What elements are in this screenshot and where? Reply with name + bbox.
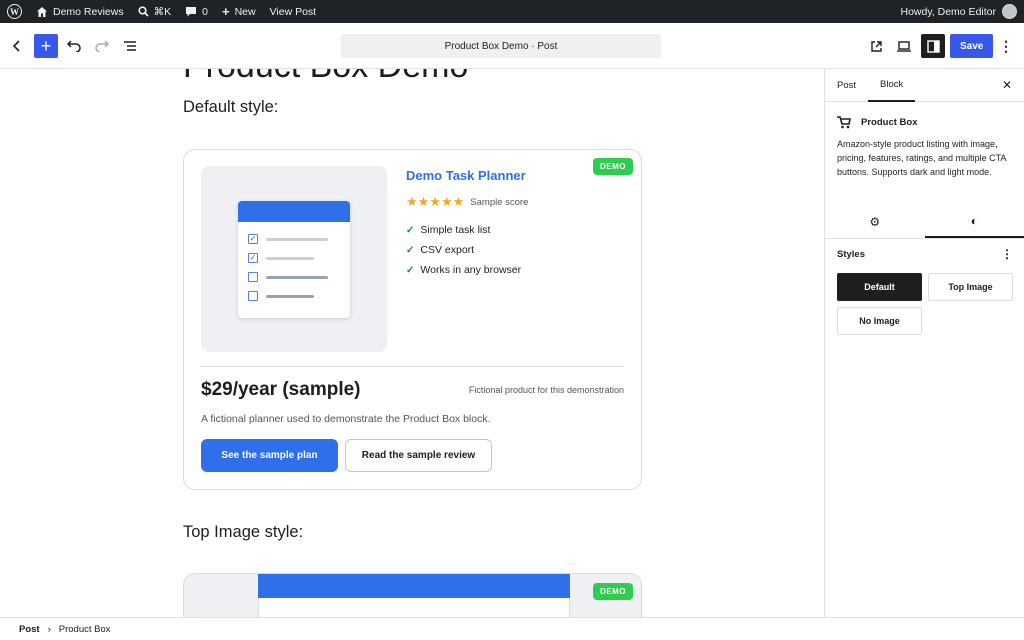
site-name-menu[interactable]: Demo Reviews: [29, 0, 131, 23]
style-top-image-button[interactable]: Top Image: [928, 273, 1013, 301]
redo-icon: [95, 40, 109, 52]
undo-icon: [67, 40, 81, 52]
editor-canvas[interactable]: Product Box Demo Default style: ✓ ✓ DEMO…: [0, 69, 824, 617]
command-palette-button[interactable]: ⌘K: [131, 0, 179, 23]
cart-icon: [837, 116, 851, 129]
list-item: ✓ Works in any browser: [406, 264, 522, 276]
style-no-image-button[interactable]: No Image: [837, 307, 922, 335]
style-options: Default Top Image No Image: [837, 273, 1013, 335]
post-title[interactable]: Product Box Demo: [183, 69, 468, 86]
document-title-bar[interactable]: Product Box Demo · Post: [341, 34, 661, 58]
greeting: Howdy, Demo Editor: [900, 5, 996, 18]
block-description: Amazon-style product listing with image,…: [837, 139, 1006, 177]
product-image: ✓ ✓: [201, 166, 387, 352]
wp-logo-menu[interactable]: W: [0, 0, 29, 23]
breadcrumb: Post › Product Box: [0, 617, 1024, 640]
sidebar-tabs: Post Block ✕: [825, 69, 1024, 102]
chevron-right-icon: ›: [47, 623, 51, 635]
search-shortcut: ⌘K: [153, 5, 172, 18]
product-box-top-image[interactable]: DEMO: [183, 573, 642, 617]
wordpress-logo-icon: W: [7, 4, 22, 19]
search-icon: [138, 6, 149, 17]
rating-label: Sample score: [470, 196, 529, 208]
contrast-icon: ◐: [970, 214, 978, 228]
styles-label: Styles: [837, 248, 865, 260]
external-link-icon: [870, 40, 882, 52]
list-item: ✓ Simple task list: [406, 224, 491, 236]
star-rating-icon: ★★★★★: [406, 194, 465, 209]
block-inserter-button[interactable]: +: [34, 34, 58, 58]
site-name: Demo Reviews: [53, 5, 124, 18]
account-menu[interactable]: Howdy, Demo Editor: [900, 4, 1024, 19]
device-preview-button[interactable]: [892, 34, 916, 58]
breadcrumb-product-box[interactable]: Product Box: [59, 624, 111, 635]
list-item: ✓ CSV export: [406, 244, 475, 256]
list-view-icon: [124, 41, 136, 51]
product-price: $29/year (sample): [201, 379, 361, 400]
top-image-style-heading[interactable]: Top Image style:: [183, 523, 303, 542]
primary-cta-button[interactable]: See the sample plan: [201, 439, 338, 472]
styles-panel: Styles ⋮ Default Top Image No Image: [837, 247, 1013, 335]
more-vertical-icon[interactable]: ⋮: [1001, 247, 1013, 261]
tab-block[interactable]: Block: [868, 69, 916, 102]
plus-icon: +: [221, 4, 230, 19]
avatar: [1002, 4, 1017, 19]
block-card: Product Box Amazon-style product listing…: [825, 102, 1024, 179]
back-button[interactable]: [5, 34, 29, 58]
default-style-heading[interactable]: Default style:: [183, 98, 278, 117]
new-label: New: [234, 5, 256, 18]
editor-toolbar: + Product Box Demo · Post Save ⋮: [0, 23, 1024, 69]
check-icon: ✓: [406, 264, 415, 276]
view-post-link[interactable]: View Post: [263, 0, 324, 23]
product-box-default[interactable]: ✓ ✓ DEMO Demo Task Planner ★★★★★ Sample …: [183, 149, 642, 490]
price-disclaimer: Fictional product for this demonstration: [468, 385, 624, 395]
sidebar-icon: [926, 39, 940, 53]
home-icon: [37, 6, 47, 17]
new-content-menu[interactable]: + New: [215, 0, 263, 23]
check-icon: ✓: [406, 224, 415, 236]
demo-badge: DEMO: [593, 583, 633, 600]
document-overview-button[interactable]: [118, 34, 142, 58]
divider: [201, 366, 624, 367]
view-post-button[interactable]: [864, 34, 888, 58]
style-default-button[interactable]: Default: [837, 273, 922, 301]
check-icon: ✓: [406, 244, 415, 256]
view-post-label: View Post: [269, 5, 317, 18]
comments-count: 0: [202, 5, 208, 18]
tab-post[interactable]: Post: [825, 69, 868, 102]
comment-icon: [186, 7, 197, 17]
feature-list: ✓ Simple task list ✓ CSV export ✓ Works in …: [406, 220, 521, 280]
tab-settings[interactable]: ⚙: [825, 206, 925, 238]
task-planner-illustration: ✓ ✓: [238, 201, 350, 318]
block-name: Product Box: [861, 117, 918, 128]
product-image-body: [258, 598, 570, 617]
product-image: [258, 574, 570, 598]
more-vertical-icon: ⋮: [999, 37, 1013, 54]
settings-sidebar: Post Block ✕ Product Box Amazon-style pr…: [824, 69, 1024, 617]
comments-menu[interactable]: 0: [178, 0, 215, 23]
close-icon[interactable]: ✕: [1002, 78, 1012, 92]
secondary-cta-button[interactable]: Read the sample review: [345, 439, 492, 472]
gear-icon: ⚙: [869, 215, 881, 229]
product-title[interactable]: Demo Task Planner: [406, 168, 526, 183]
block-inspector-tabs: ⚙ ◐: [825, 206, 1024, 239]
redo-button[interactable]: [90, 34, 114, 58]
demo-badge: DEMO: [593, 158, 633, 175]
plus-icon: +: [40, 35, 52, 56]
admin-bar: W Demo Reviews ⌘K 0 + New View Post Howd…: [0, 0, 1024, 23]
chevron-left-icon: [12, 40, 20, 52]
undo-button[interactable]: [62, 34, 86, 58]
product-rating: ★★★★★ Sample score: [406, 194, 528, 210]
options-button[interactable]: ⋮: [994, 34, 1018, 58]
settings-panel-toggle[interactable]: [921, 34, 945, 58]
document-title: Product Box Demo · Post: [444, 40, 558, 52]
product-description: A fictional planner used to demonstrate …: [201, 413, 491, 425]
desktop-icon: [897, 40, 911, 52]
save-button[interactable]: Save: [950, 34, 994, 58]
tab-styles[interactable]: ◐: [924, 206, 1024, 238]
breadcrumb-post[interactable]: Post: [19, 624, 40, 635]
